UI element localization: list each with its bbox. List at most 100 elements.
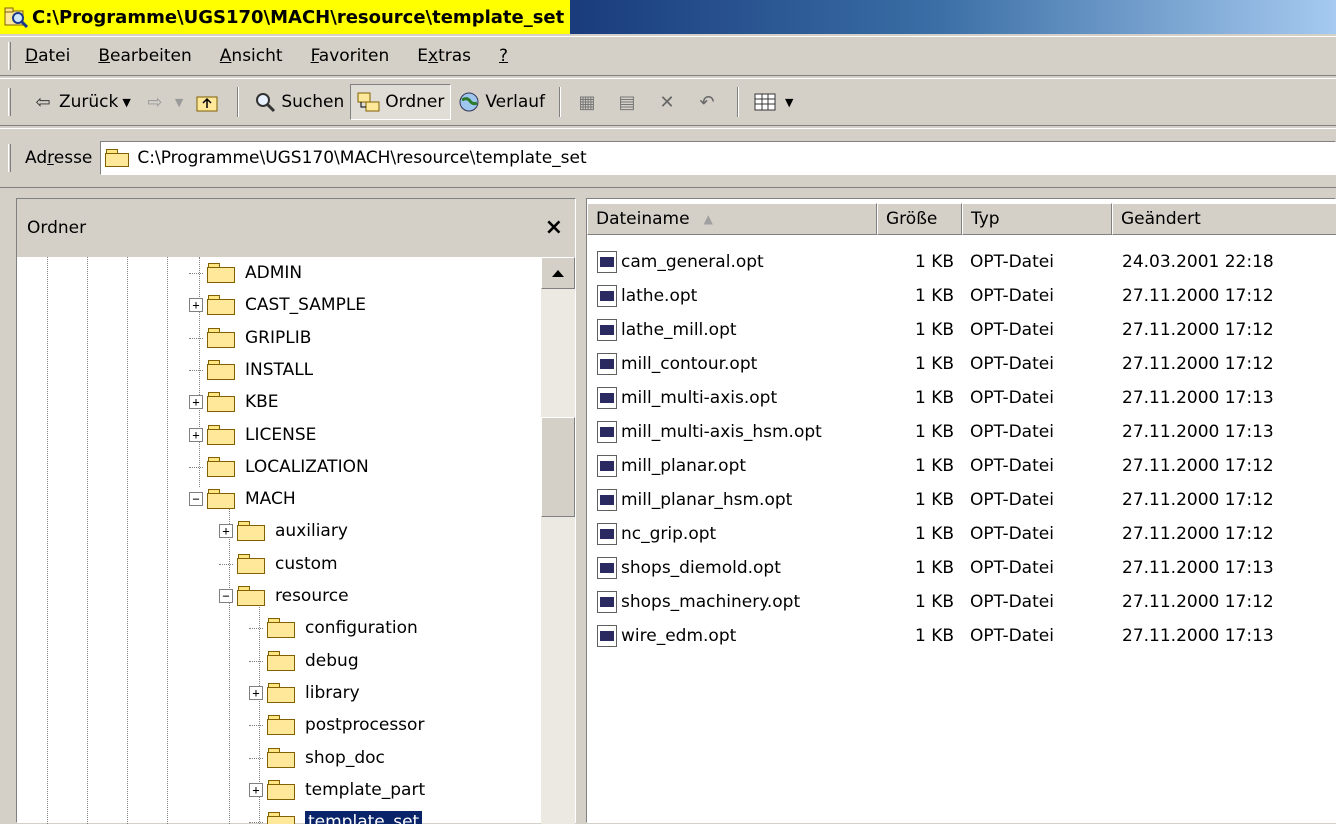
expand-icon[interactable]: + [249, 685, 263, 700]
tree-node-postprocessor[interactable]: postprocessor [249, 709, 424, 741]
tree-node-shop-doc[interactable]: shop_doc [249, 742, 385, 774]
file-row[interactable]: mill_planar.opt 1 KB OPT-Datei 27.11.2000 1… [587, 449, 1336, 483]
expand-icon[interactable]: + [249, 782, 263, 797]
forward-dropdown-icon[interactable]: ▼ [175, 96, 183, 109]
file-name-cell: lathe.opt [587, 285, 877, 307]
menu-help[interactable]: ? [499, 46, 508, 66]
file-modified: 27.11.2000 17:12 [1122, 490, 1274, 510]
column-header-name[interactable]: Dateiname ▲ [587, 203, 877, 235]
file-name: mill_planar_hsm.opt [621, 490, 793, 510]
address-input[interactable]: C:\Programme\UGS170\MACH\resource\templa… [100, 141, 1336, 175]
back-dropdown-icon[interactable]: ▼ [122, 96, 130, 109]
undo-button[interactable]: ↶ [689, 84, 729, 120]
file-row[interactable]: nc_grip.opt 1 KB OPT-Datei 27.11.2000 17:12 [587, 517, 1336, 551]
menu-datei[interactable]: Datei [25, 46, 70, 66]
tree-node-cast-sample[interactable]: + CAST_SAMPLE [189, 289, 366, 321]
file-name: cam_general.opt [621, 252, 764, 272]
file-row[interactable]: lathe.opt 1 KB OPT-Datei 27.11.2000 17:12 [587, 279, 1336, 313]
copy-to-icon: ▤ [618, 91, 636, 113]
tree-node-label: auxiliary [275, 521, 348, 542]
file-row[interactable]: cam_general.opt 1 KB OPT-Datei 24.03.2001 2… [587, 245, 1336, 279]
search-icon [253, 91, 277, 113]
file-name-cell: shops_diemold.opt [587, 557, 877, 579]
tree-node-label: postprocessor [305, 715, 425, 736]
folder-icon [267, 714, 297, 736]
tree-guide-line [87, 257, 88, 824]
tree-node-auxiliary[interactable]: + auxiliary [219, 515, 348, 547]
column-header-type[interactable]: Typ [962, 203, 1112, 235]
tree-node-griplib[interactable]: GRIPLIB [189, 322, 311, 354]
file-name: shops_machinery.opt [621, 592, 801, 612]
tree-node-custom[interactable]: custom [219, 548, 338, 580]
views-dropdown-icon[interactable]: ▼ [785, 96, 793, 109]
column-header-modified[interactable]: Geändert [1112, 203, 1336, 235]
file-row[interactable]: lathe_mill.opt 1 KB OPT-Datei 27.11.2000 17… [587, 313, 1336, 347]
tree-node-mach[interactable]: − MACH [189, 483, 296, 515]
close-icon[interactable]: × [545, 215, 563, 240]
file-row[interactable]: mill_planar_hsm.opt 1 KB OPT-Datei 27.11.20… [587, 483, 1336, 517]
file-type: OPT-Datei [970, 320, 1054, 340]
collapse-icon[interactable]: − [189, 492, 203, 507]
collapse-icon[interactable]: − [219, 589, 233, 603]
menu-favoriten[interactable]: Favoriten [311, 46, 390, 66]
folder-icon [207, 327, 237, 349]
tree-node-kbe[interactable]: + KBE [189, 386, 279, 418]
tree-node-library[interactable]: + library [249, 677, 360, 709]
tree-node-install[interactable]: INSTALL [189, 354, 313, 386]
scroll-up-button[interactable] [541, 257, 575, 289]
tree-node-template-set[interactable]: template_set [249, 806, 423, 824]
expand-icon[interactable]: + [189, 298, 203, 313]
folders-button[interactable]: Ordner [350, 84, 452, 120]
title-bar[interactable]: C:\Programme\UGS170\MACH\resource\templa… [0, 0, 1336, 34]
delete-button[interactable]: ✕ [649, 84, 689, 120]
file-modified: 27.11.2000 17:12 [1122, 354, 1274, 374]
tree-connector [189, 369, 207, 371]
tree-node-localization[interactable]: LOCALIZATION [189, 451, 369, 483]
folder-icon [207, 359, 237, 381]
tree-node-debug[interactable]: debug [249, 645, 359, 677]
move-to-button[interactable]: ▦ [569, 84, 609, 120]
tree-node-configuration[interactable]: configuration [249, 612, 418, 644]
views-button[interactable]: ▼ [747, 84, 799, 120]
scroll-thumb[interactable] [541, 417, 575, 517]
expand-icon[interactable]: + [189, 395, 203, 410]
opt-file-icon [597, 353, 617, 375]
file-row[interactable]: wire_edm.opt 1 KB OPT-Datei 27.11.2000 17:1… [587, 619, 1336, 653]
folders-pane: Ordner × ADMIN + CAST_SAMPLE GRIPLIB INSTALL… [16, 198, 576, 824]
column-header-size[interactable]: Größe [877, 203, 962, 235]
file-name: nc_grip.opt [621, 524, 717, 544]
file-name: mill_contour.opt [621, 354, 758, 374]
up-folder-button[interactable] [189, 84, 229, 120]
explorer-search-folder-icon [4, 6, 29, 29]
expand-icon[interactable]: + [189, 427, 203, 442]
tree-node-label: shop_doc [305, 747, 385, 768]
tree-connector [249, 724, 267, 727]
file-row[interactable]: shops_machinery.opt 1 KB OPT-Datei 27.11.20… [587, 585, 1336, 619]
scroll-up-arrow-icon [552, 270, 564, 277]
column-headers: Dateiname ▲ Größe Typ Geändert [587, 203, 1336, 235]
pane-splitter[interactable] [576, 198, 586, 823]
menu-ansicht[interactable]: Ansicht [220, 46, 283, 66]
file-row[interactable]: shops_diemold.opt 1 KB OPT-Datei 27.11.2000… [587, 551, 1336, 585]
back-button[interactable]: ⇦ Zurück ▼ [25, 84, 137, 120]
tree-node-admin[interactable]: ADMIN [189, 257, 302, 289]
search-button[interactable]: Suchen [247, 84, 350, 120]
file-modified: 27.11.2000 17:13 [1122, 558, 1274, 578]
file-row[interactable]: mill_contour.opt 1 KB OPT-Datei 27.11.2000 … [587, 347, 1336, 381]
file-modified: 27.11.2000 17:12 [1122, 524, 1274, 544]
tree-node-license[interactable]: + LICENSE [189, 419, 316, 451]
tree-node-resource[interactable]: − resource [219, 580, 349, 612]
expand-icon[interactable]: + [219, 524, 233, 539]
forward-button[interactable]: ⇨ ▼ [137, 84, 189, 120]
menu-bearbeiten[interactable]: Bearbeiten [98, 46, 191, 66]
folder-up-icon [195, 91, 219, 113]
folders-scrollbar[interactable] [541, 257, 575, 824]
tree-node-label: ADMIN [245, 263, 303, 283]
copy-to-button[interactable]: ▤ [609, 84, 649, 120]
file-row[interactable]: mill_multi-axis_hsm.opt 1 KB OPT-Datei 27.1… [587, 415, 1336, 449]
history-button[interactable]: Verlauf [451, 84, 551, 120]
tree-node-template-part[interactable]: + template_part [249, 774, 425, 806]
file-row[interactable]: mill_multi-axis.opt 1 KB OPT-Datei 27.11.20… [587, 381, 1336, 415]
file-type: OPT-Datei [970, 354, 1054, 374]
menu-extras[interactable]: Extras [417, 46, 471, 66]
